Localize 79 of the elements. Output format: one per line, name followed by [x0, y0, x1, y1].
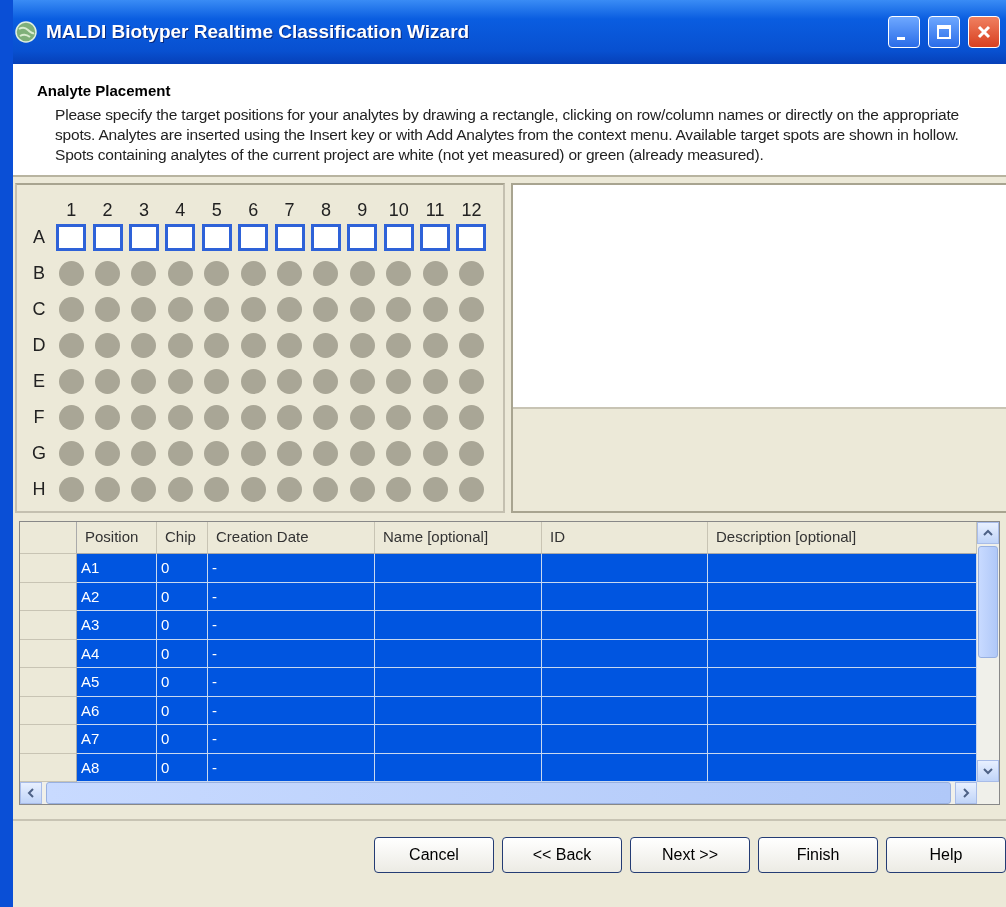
- hollow-spot[interactable]: [420, 223, 451, 251]
- hollow-spot[interactable]: [238, 223, 269, 251]
- row-label[interactable]: A: [33, 226, 45, 248]
- wizard-button[interactable]: << Back: [502, 837, 622, 873]
- hollow-spot[interactable]: [383, 223, 414, 251]
- table-cell: 0: [157, 696, 208, 725]
- table-cell: 0: [157, 554, 208, 583]
- table-cell: 0: [157, 639, 208, 668]
- table-cell: A4: [77, 639, 157, 668]
- hollow-spot[interactable]: [274, 223, 305, 251]
- column-header[interactable]: ID: [542, 522, 708, 554]
- wizard-button[interactable]: Help: [886, 837, 1006, 873]
- column-label[interactable]: 12: [461, 201, 482, 219]
- hollow-spot[interactable]: [201, 223, 232, 251]
- table-cell: -: [208, 554, 375, 583]
- column-label[interactable]: 9: [357, 201, 368, 219]
- table-cell: A1: [77, 554, 157, 583]
- column-label[interactable]: 2: [102, 201, 113, 219]
- column-header[interactable]: Creation Date: [208, 522, 375, 554]
- table-cell: -: [208, 696, 375, 725]
- table-cell: -: [208, 753, 375, 782]
- table-cell: 0: [157, 582, 208, 611]
- column-label[interactable]: 11: [425, 201, 445, 219]
- column-header[interactable]: Description [optional]: [708, 522, 977, 554]
- row-label[interactable]: D: [32, 334, 46, 356]
- table-cell: A6: [77, 696, 157, 725]
- row-label[interactable]: E: [33, 370, 45, 392]
- table-cell: -: [208, 668, 375, 697]
- hollow-spot[interactable]: [310, 223, 341, 251]
- table-cell: -: [208, 639, 375, 668]
- row-label[interactable]: F: [33, 406, 45, 428]
- hollow-spot[interactable]: [456, 223, 487, 251]
- row-label[interactable]: G: [32, 442, 46, 464]
- column-label[interactable]: 5: [211, 201, 222, 219]
- table-cell: -: [208, 582, 375, 611]
- close-button[interactable]: [968, 16, 1000, 48]
- wizard-button[interactable]: Next >>: [630, 837, 750, 873]
- row-label[interactable]: B: [33, 262, 45, 284]
- minimize-button[interactable]: [888, 16, 920, 48]
- page-title: Analyte Placement: [37, 82, 172, 99]
- column-label[interactable]: 4: [175, 201, 186, 219]
- hollow-spot[interactable]: [92, 223, 123, 251]
- table-cell: A3: [77, 611, 157, 640]
- page-description: Please specify the target positions for your analytes by drawing a rectangle, clicking on row/column names or directly on the appropriate spots. Analytes are inserted using the Insert key or with Add Analytes from the context menu. Available target spots are shown in hollow. Spots containing analytes of the current project are white (not yet measured) or green (already measured).: [55, 105, 960, 165]
- column-label[interactable]: 8: [320, 201, 331, 219]
- table-cell: 0: [157, 611, 208, 640]
- table-cell: -: [208, 725, 375, 754]
- minimize-icon: [897, 36, 905, 40]
- table-cell: -: [208, 611, 375, 640]
- table-cell: 0: [157, 753, 208, 782]
- close-icon: [976, 24, 992, 40]
- hollow-spot[interactable]: [347, 223, 378, 251]
- table-cell: A7: [77, 725, 157, 754]
- hollow-spot[interactable]: [56, 223, 87, 251]
- wizard-button[interactable]: Cancel: [374, 837, 494, 873]
- column-header[interactable]: Name [optional]: [375, 522, 542, 554]
- column-header[interactable]: Position: [77, 522, 157, 554]
- maximize-icon: [936, 24, 952, 40]
- table-cell: A2: [77, 582, 157, 611]
- table-cell: A8: [77, 753, 157, 782]
- table-cell: A5: [77, 668, 157, 697]
- wizard-button[interactable]: Finish: [758, 837, 878, 873]
- vertical-scrollbar[interactable]: [977, 522, 999, 782]
- table-cell: 0: [157, 725, 208, 754]
- column-label[interactable]: 6: [248, 201, 259, 219]
- row-label[interactable]: C: [32, 298, 46, 320]
- hollow-spot[interactable]: [128, 223, 159, 251]
- column-label[interactable]: 1: [66, 201, 77, 219]
- hollow-spot[interactable]: [165, 223, 196, 251]
- row-label[interactable]: H: [32, 478, 46, 500]
- globe-icon: [14, 20, 38, 44]
- maximize-button[interactable]: [928, 16, 960, 48]
- window-title: MALDI Biotyper Realtime Classification Wizard: [46, 21, 471, 43]
- column-label[interactable]: 3: [138, 201, 149, 219]
- column-label[interactable]: 10: [388, 201, 409, 219]
- table-cell: 0: [157, 668, 208, 697]
- column-label[interactable]: 7: [284, 201, 295, 219]
- column-header[interactable]: Chip: [157, 522, 208, 554]
- horizontal-scrollbar[interactable]: [20, 782, 999, 804]
